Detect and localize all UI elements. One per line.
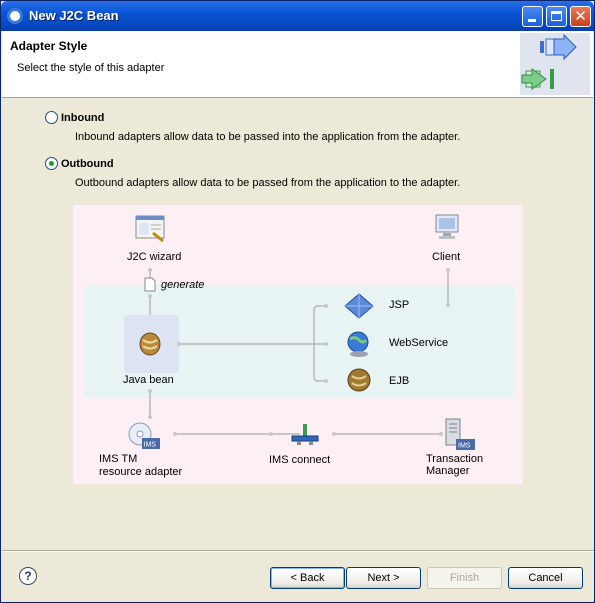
- window-title: New J2C Bean: [29, 8, 119, 23]
- svg-text:IMS: IMS: [144, 442, 157, 449]
- footer-divider: [2, 550, 593, 552]
- inbound-radio-option[interactable]: Inbound: [45, 111, 104, 124]
- generate-label: generate: [161, 279, 205, 291]
- dialog-window: New J2C Bean ✕ Adapter Style Select the …: [0, 0, 595, 603]
- eclipse-icon: [7, 8, 23, 24]
- outbound-radio-option[interactable]: Outbound: [45, 157, 114, 170]
- page-description: Select the style of this adapter: [17, 62, 165, 74]
- j2c-wizard-label: J2C wizard: [127, 251, 182, 263]
- finish-button[interactable]: Finish: [427, 567, 502, 589]
- ejb-label: EJB: [389, 375, 410, 387]
- outbound-radio[interactable]: [45, 157, 58, 170]
- next-button[interactable]: Next >: [346, 567, 421, 589]
- outbound-label[interactable]: Outbound: [61, 158, 114, 170]
- jsp-label: JSP: [389, 299, 410, 311]
- webservice-icon: [347, 331, 369, 357]
- transaction-manager-icon: IMS: [445, 418, 475, 450]
- client-computer-icon: [435, 214, 459, 239]
- j2c-wizard-icon: [135, 215, 165, 243]
- ejb-icon: [347, 368, 371, 392]
- transaction-label: Transaction: [426, 453, 484, 465]
- inbound-description: Inbound adapters allow data to be passed…: [75, 131, 461, 143]
- document-icon: [144, 277, 156, 292]
- help-icon[interactable]: ?: [19, 567, 37, 585]
- webservice-label: WebService: [389, 337, 449, 349]
- page-title: Adapter Style: [10, 39, 88, 53]
- minimize-button[interactable]: [522, 6, 543, 27]
- maximize-button[interactable]: [546, 6, 567, 27]
- svg-text:IMS: IMS: [458, 443, 471, 450]
- inbound-label[interactable]: Inbound: [61, 112, 104, 124]
- wizard-header: Adapter Style Select the style of this a…: [2, 31, 593, 98]
- resource-adapter-label: resource adapter: [99, 466, 183, 478]
- adapter-banner-icon: [520, 33, 590, 95]
- inbound-radio[interactable]: [45, 111, 58, 124]
- outbound-description: Outbound adapters allow data to be passe…: [75, 177, 461, 189]
- ims-connect-icon: [291, 424, 319, 445]
- manager-label: Manager: [426, 465, 470, 477]
- jsp-icon: [344, 293, 374, 319]
- title-bar[interactable]: New J2C Bean ✕: [1, 1, 594, 31]
- java-bean-label: Java bean: [123, 374, 174, 386]
- java-bean-icon: [139, 332, 161, 356]
- ims-tm-adapter-icon: IMS: [128, 422, 160, 449]
- back-button[interactable]: < Back: [270, 567, 345, 589]
- close-button[interactable]: ✕: [570, 6, 591, 27]
- ims-tm-label: IMS TM: [99, 453, 138, 465]
- client-label: Client: [432, 251, 461, 263]
- outbound-diagram: J2C wizard Client generate Java bean JSP: [73, 205, 523, 484]
- ims-connect-label: IMS connect: [269, 454, 331, 466]
- close-icon: ✕: [574, 7, 587, 25]
- cancel-button[interactable]: Cancel: [508, 567, 583, 589]
